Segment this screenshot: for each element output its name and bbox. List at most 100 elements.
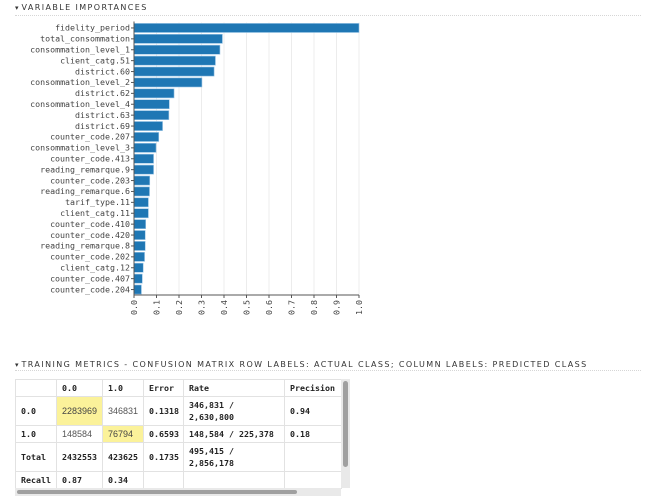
y-tick-label: consommation_level_2 xyxy=(30,77,130,87)
x-tick-label: 0.1 xyxy=(151,300,161,315)
table-row-total: Total 2432553 423625 0.1735 495,415 / 2,… xyxy=(15,442,342,472)
row-label: Recall xyxy=(15,471,57,489)
count-cell: 76794 xyxy=(102,425,144,443)
error-cell: 0.6593 xyxy=(143,425,184,443)
y-tick-label: counter_code.207 xyxy=(50,132,130,142)
bar xyxy=(133,77,203,88)
header-cell: Rate xyxy=(183,379,285,397)
y-tick-label: client_catg.12 xyxy=(60,262,130,272)
bar xyxy=(133,99,170,110)
y-tick-label: total_consommation xyxy=(40,34,130,44)
precision-cell: 0.18 xyxy=(284,425,342,443)
x-tick-label: 0.8 xyxy=(309,300,319,315)
x-tick-label: 0.9 xyxy=(331,300,341,315)
horizontal-scrollbar[interactable] xyxy=(15,488,341,496)
x-tick-label: 0.0 xyxy=(129,300,139,315)
y-tick-label: district.69 xyxy=(75,121,130,131)
bar xyxy=(133,23,360,33)
count-cell: 2283969 xyxy=(56,396,103,426)
x-tick-label: 0.4 xyxy=(219,300,229,315)
x-tick-label: 0.7 xyxy=(286,300,296,315)
y-tick-label: reading_remarque.9 xyxy=(40,164,130,174)
rate-cell: 346,831 / 2,630,800 xyxy=(183,396,285,426)
y-tick-label: district.63 xyxy=(75,110,130,120)
precision-cell xyxy=(284,442,342,472)
bar xyxy=(133,88,175,99)
error-cell xyxy=(143,471,184,489)
bar xyxy=(133,66,215,77)
bar xyxy=(133,230,146,240)
recall-cell: 0.87 xyxy=(56,471,103,489)
y-tick-label: consommation_level_4 xyxy=(30,99,130,109)
vertical-scrollbar[interactable] xyxy=(341,379,350,488)
header-cell: 1.0 xyxy=(102,379,144,397)
x-tick-label: 0.6 xyxy=(264,300,274,315)
confusion-matrix-table: 0.0 1.0 Error Rate Precision 0.0 2283969… xyxy=(15,379,342,489)
recall-cell: 0.34 xyxy=(102,471,144,489)
count-cell: 148584 xyxy=(56,425,103,443)
y-tick-label: counter_code.202 xyxy=(50,252,130,262)
rate-cell: 495,415 / 2,856,178 xyxy=(183,442,285,472)
bar xyxy=(133,241,146,251)
row-label: 1.0 xyxy=(15,425,57,443)
bar xyxy=(133,44,221,55)
x-tick-label: 0.5 xyxy=(241,300,251,315)
total-cell: 2432553 xyxy=(56,442,103,472)
horizontal-scrollbar-thumb[interactable] xyxy=(17,490,297,494)
table-row-recall: Recall 0.87 0.34 xyxy=(15,471,342,489)
bar xyxy=(133,197,149,208)
bar xyxy=(133,143,157,153)
x-tick-label: 0.2 xyxy=(174,300,184,315)
y-tick-label: client_catg.51 xyxy=(60,55,130,65)
vertical-scrollbar-thumb[interactable] xyxy=(343,381,348,467)
collapse-caret-icon[interactable]: ▾ xyxy=(15,360,19,370)
bar xyxy=(133,121,163,131)
variable-importances-chart: 0.0 0.1 0.2 0.3 0.4 0.5 0.6 0.7 0.8 0.9 1.0 fidelit… xyxy=(30,21,364,315)
y-tick-label: client_catg.11 xyxy=(60,208,130,218)
table-row: 1.0 148584 76794 0.6593 148,584 / 225,37… xyxy=(15,425,342,443)
header-row: 0.0 1.0 Error Rate Precision xyxy=(15,379,342,397)
bar xyxy=(133,175,151,186)
bar xyxy=(133,284,142,295)
bar xyxy=(133,273,143,284)
header-cell: Precision xyxy=(284,379,342,397)
precision-cell xyxy=(284,471,342,489)
header-cell: 0.0 xyxy=(56,379,103,397)
y-tick-label: consommation_level_3 xyxy=(30,143,130,153)
y-tick-label: counter_code.413 xyxy=(50,153,130,163)
total-cell: 423625 xyxy=(102,442,144,472)
confusion-matrix-container: 0.0 1.0 Error Rate Precision 0.0 2283969… xyxy=(15,379,350,497)
error-cell: 0.1318 xyxy=(143,396,184,426)
y-tick-label: reading_remarque.6 xyxy=(40,186,130,196)
bar xyxy=(133,208,149,219)
y-tick-label: counter_code.420 xyxy=(50,230,130,240)
table-row: 0.0 2283969 346831 0.1318 346,831 / 2,63… xyxy=(15,396,342,426)
y-tick-label: tarif_type.11 xyxy=(65,197,130,207)
bar xyxy=(133,186,150,197)
y-tick-label: consommation_level_1 xyxy=(30,44,130,54)
y-tick-label: counter_code.410 xyxy=(50,219,130,229)
row-label: Total xyxy=(15,442,57,472)
count-cell: 346831 xyxy=(102,396,144,426)
y-tick-label: counter_code.407 xyxy=(50,273,130,283)
row-label: 0.0 xyxy=(15,396,57,426)
section-title: TRAINING METRICS - CONFUSION MATRIX ROW … xyxy=(21,360,588,369)
header-cell xyxy=(15,379,57,397)
precision-cell: 0.94 xyxy=(284,396,342,426)
bar xyxy=(133,153,154,164)
bar xyxy=(133,110,170,120)
bar xyxy=(133,132,160,142)
section-divider xyxy=(15,370,641,371)
y-tick-label: counter_code.203 xyxy=(50,175,130,185)
y-tick-label: district.62 xyxy=(75,88,130,98)
bar xyxy=(133,262,144,273)
y-tick-label: reading_remarque.8 xyxy=(40,241,130,251)
x-tick-label: 1.0 xyxy=(354,300,364,315)
bar xyxy=(133,219,146,230)
y-tick-label: district.60 xyxy=(75,66,130,76)
header-cell: Error xyxy=(143,379,184,397)
x-tick-label: 0.3 xyxy=(196,300,206,315)
training-metrics-header[interactable]: ▾ TRAINING METRICS - CONFUSION MATRIX ROW… xyxy=(15,360,588,370)
y-tick-label: fidelity_period xyxy=(55,23,130,33)
bar xyxy=(133,55,216,66)
